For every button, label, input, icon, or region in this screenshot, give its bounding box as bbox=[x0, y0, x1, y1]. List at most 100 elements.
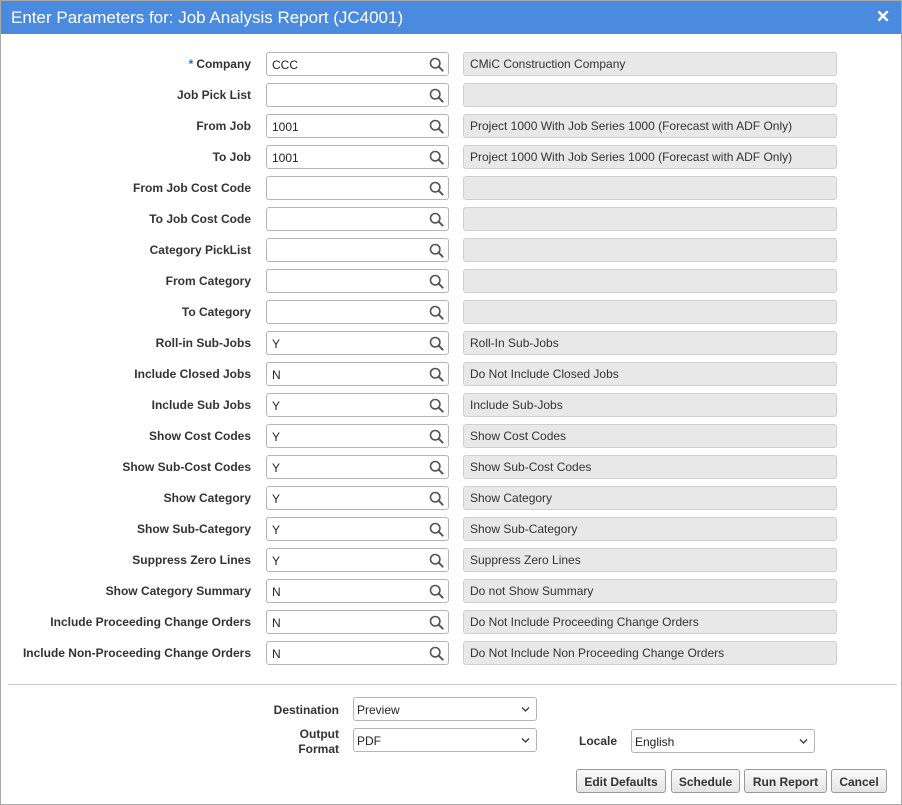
param-row-company: *Company CMiC Construction Company bbox=[1, 52, 901, 76]
param-label: From Job Cost Code bbox=[133, 181, 251, 195]
locale-label: Locale bbox=[578, 734, 617, 748]
edit-defaults-button[interactable]: Edit Defaults bbox=[576, 769, 666, 793]
magnifier-icon[interactable] bbox=[429, 522, 444, 537]
from-job-cost-code-input[interactable] bbox=[272, 180, 422, 197]
magnifier-icon[interactable] bbox=[429, 646, 444, 661]
param-row-include-closed-jobs: Include Closed Jobs Do Not Include Closed… bbox=[1, 362, 901, 386]
param-label-text: Job Pick List bbox=[176, 88, 251, 102]
magnifier-icon[interactable] bbox=[429, 57, 444, 72]
job-pick-list-field[interactable] bbox=[266, 83, 449, 107]
category-picklist-description bbox=[463, 238, 837, 262]
show-category-summary-input[interactable] bbox=[272, 583, 422, 600]
from-category-input[interactable] bbox=[272, 273, 422, 290]
param-label: Include Proceeding Change Orders bbox=[50, 615, 251, 629]
include-non-proceeding-change-orders-input[interactable] bbox=[272, 645, 422, 662]
to-category-input[interactable] bbox=[272, 304, 422, 321]
param-label: Job Pick List bbox=[177, 88, 251, 102]
include-sub-jobs-field[interactable] bbox=[266, 393, 449, 417]
category-picklist-input[interactable] bbox=[272, 242, 422, 259]
run-report-button[interactable]: Run Report bbox=[744, 769, 827, 793]
to-category-field[interactable] bbox=[266, 300, 449, 324]
param-label-text: Include Sub Jobs bbox=[151, 398, 251, 412]
company-input[interactable] bbox=[272, 56, 422, 73]
show-cost-codes-description: Show Cost Codes bbox=[463, 424, 837, 448]
to-job-field[interactable] bbox=[266, 145, 449, 169]
magnifier-icon[interactable] bbox=[429, 429, 444, 444]
show-sub-cost-codes-field[interactable] bbox=[266, 455, 449, 479]
magnifier-icon[interactable] bbox=[429, 367, 444, 382]
param-label-text: From Job Cost Code bbox=[132, 181, 251, 195]
from-job-input[interactable] bbox=[272, 118, 422, 135]
magnifier-icon[interactable] bbox=[429, 243, 444, 258]
magnifier-icon[interactable] bbox=[429, 150, 444, 165]
job-pick-list-input[interactable] bbox=[272, 87, 422, 104]
destination-select[interactable]: Preview bbox=[353, 697, 537, 721]
show-category-input[interactable] bbox=[272, 490, 422, 507]
show-sub-category-description: Show Sub-Category bbox=[463, 517, 837, 541]
param-label: Roll-in Sub-Jobs bbox=[156, 336, 251, 350]
include-proceeding-change-orders-input[interactable] bbox=[272, 614, 422, 631]
magnifier-icon[interactable] bbox=[429, 181, 444, 196]
show-cost-codes-field[interactable] bbox=[266, 424, 449, 448]
suppress-zero-lines-field[interactable] bbox=[266, 548, 449, 572]
dialog-titlebar: Enter Parameters for: Job Analysis Repor… bbox=[1, 1, 901, 34]
magnifier-icon[interactable] bbox=[429, 491, 444, 506]
output-format-value: PDF bbox=[357, 734, 381, 748]
include-proceeding-change-orders-field[interactable] bbox=[266, 610, 449, 634]
include-closed-jobs-field[interactable] bbox=[266, 362, 449, 386]
close-icon[interactable] bbox=[875, 8, 891, 24]
param-label-text: To Job bbox=[212, 150, 251, 164]
show-category-summary-field[interactable] bbox=[266, 579, 449, 603]
magnifier-icon[interactable] bbox=[429, 336, 444, 351]
job-pick-list-description bbox=[463, 83, 837, 107]
from-job-field[interactable] bbox=[266, 114, 449, 138]
from-category-field[interactable] bbox=[266, 269, 449, 293]
magnifier-icon[interactable] bbox=[429, 615, 444, 630]
show-sub-category-input[interactable] bbox=[272, 521, 422, 538]
output-format-select[interactable]: PDF bbox=[353, 728, 537, 752]
from-job-cost-code-field[interactable] bbox=[266, 176, 449, 200]
cancel-button[interactable]: Cancel bbox=[831, 769, 887, 793]
show-category-field[interactable] bbox=[266, 486, 449, 510]
param-label-text: To Category bbox=[181, 305, 251, 319]
from-job-cost-code-description bbox=[463, 176, 837, 200]
param-label: Include Non-Proceeding Change Orders bbox=[23, 646, 251, 660]
to-job-cost-code-input[interactable] bbox=[272, 211, 422, 228]
param-label: To Job Cost Code bbox=[149, 212, 251, 226]
magnifier-icon[interactable] bbox=[429, 553, 444, 568]
roll-in-sub-jobs-description: Roll-In Sub-Jobs bbox=[463, 331, 837, 355]
company-field[interactable] bbox=[266, 52, 449, 76]
magnifier-icon[interactable] bbox=[429, 460, 444, 475]
include-non-proceeding-change-orders-field[interactable] bbox=[266, 641, 449, 665]
show-sub-cost-codes-input[interactable] bbox=[272, 459, 422, 476]
include-sub-jobs-input[interactable] bbox=[272, 397, 422, 414]
to-job-input[interactable] bbox=[272, 149, 422, 166]
form-divider bbox=[8, 684, 897, 685]
locale-value: English bbox=[635, 735, 675, 749]
to-job-cost-code-field[interactable] bbox=[266, 207, 449, 231]
schedule-button[interactable]: Schedule bbox=[671, 769, 740, 793]
category-picklist-field[interactable] bbox=[266, 238, 449, 262]
locale-select[interactable]: English bbox=[631, 729, 815, 753]
roll-in-sub-jobs-input[interactable] bbox=[272, 335, 422, 352]
magnifier-icon[interactable] bbox=[429, 584, 444, 599]
param-row-show-sub-category: Show Sub-Category Show Sub-Category bbox=[1, 517, 901, 541]
magnifier-icon[interactable] bbox=[429, 119, 444, 134]
param-label: Include Closed Jobs bbox=[134, 367, 251, 381]
param-row-suppress-zero-lines: Suppress Zero Lines Suppress Zero Lines bbox=[1, 548, 901, 572]
suppress-zero-lines-input[interactable] bbox=[272, 552, 422, 569]
param-label-text: To Job Cost Code bbox=[149, 212, 251, 226]
magnifier-icon[interactable] bbox=[429, 398, 444, 413]
to-job-cost-code-description bbox=[463, 207, 837, 231]
show-sub-category-field[interactable] bbox=[266, 517, 449, 541]
include-closed-jobs-input[interactable] bbox=[272, 366, 422, 383]
include-closed-jobs-description: Do Not Include Closed Jobs bbox=[463, 362, 837, 386]
show-cost-codes-input[interactable] bbox=[272, 428, 422, 445]
magnifier-icon[interactable] bbox=[429, 274, 444, 289]
magnifier-icon[interactable] bbox=[429, 88, 444, 103]
param-label: Category PickList bbox=[150, 243, 251, 257]
to-category-description bbox=[463, 300, 837, 324]
magnifier-icon[interactable] bbox=[429, 212, 444, 227]
roll-in-sub-jobs-field[interactable] bbox=[266, 331, 449, 355]
magnifier-icon[interactable] bbox=[429, 305, 444, 320]
